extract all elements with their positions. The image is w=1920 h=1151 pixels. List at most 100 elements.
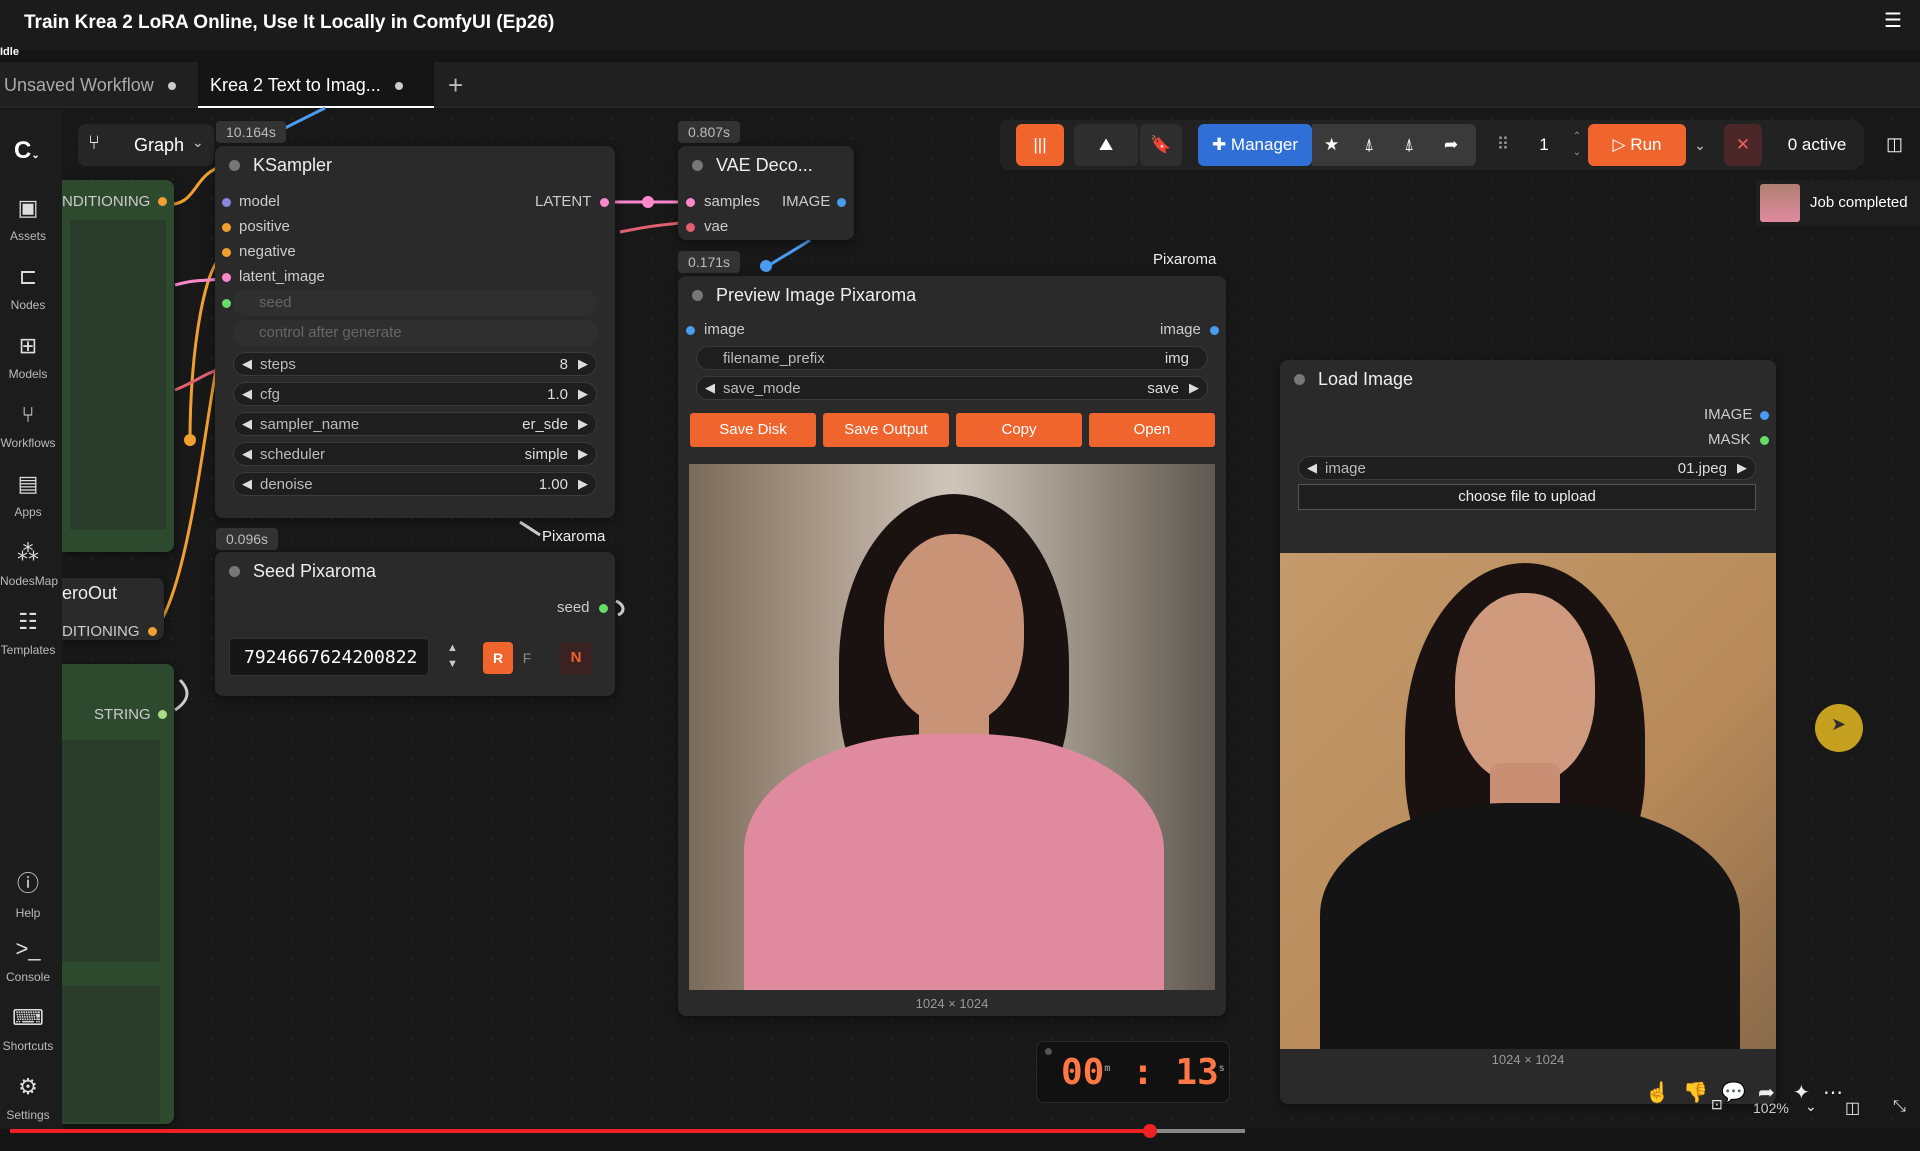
- arrow-left-icon[interactable]: ◀: [242, 356, 252, 372]
- output-port-image[interactable]: [837, 198, 846, 207]
- sidebar-item-apps[interactable]: ▤ Apps: [0, 471, 56, 519]
- minimap-icon[interactable]: ◫: [1845, 1098, 1860, 1118]
- graph-mode-selector[interactable]: ⑂ Graph ⌄: [78, 124, 214, 166]
- collapse-dot-icon[interactable]: [229, 566, 240, 577]
- sidebar-item-console[interactable]: >_ Console: [0, 936, 56, 984]
- right-panel-toggle-icon[interactable]: ◫: [1886, 134, 1903, 155]
- chevron-down-icon[interactable]: ⌄: [1805, 1098, 1817, 1115]
- thumbs-down-icon[interactable]: 👎: [1683, 1080, 1708, 1105]
- save-disk-button[interactable]: Save Disk: [690, 413, 816, 447]
- sidebar-item-templates[interactable]: ☷ Templates: [0, 609, 56, 657]
- run-button[interactable]: ▷ Run: [1588, 124, 1686, 166]
- image-select-widget[interactable]: ◀ image 01.jpeg ▶: [1298, 456, 1756, 480]
- output-port[interactable]: [148, 627, 157, 636]
- job-status-toast[interactable]: Job completed: [1756, 180, 1920, 226]
- arrow-right-icon[interactable]: ▶: [578, 386, 588, 402]
- arrow-left-icon[interactable]: ◀: [1307, 460, 1317, 476]
- string-node-partial[interactable]: STRING: [62, 664, 174, 1124]
- arrow-left-icon[interactable]: ◀: [242, 446, 252, 462]
- arrow-left-icon[interactable]: ◀: [242, 386, 252, 402]
- sidebar-item-settings[interactable]: ⚙ Settings: [0, 1074, 56, 1122]
- sampler-widget[interactable]: ◀ sampler_name er_sde ▶: [233, 412, 597, 436]
- collapse-dot-icon[interactable]: [692, 290, 703, 301]
- new-seed-button[interactable]: N: [559, 642, 593, 674]
- node-header[interactable]: VAE Deco...: [678, 146, 854, 184]
- conditioning-node-partial[interactable]: NDITIONING: [62, 180, 174, 552]
- input-port-model[interactable]: [222, 198, 231, 207]
- denoise-widget[interactable]: ◀ denoise 1.00 ▶: [233, 472, 597, 496]
- output-port-mask[interactable]: [1760, 436, 1769, 445]
- star-icon[interactable]: ★: [1324, 124, 1339, 166]
- seed-stepper[interactable]: ▲ ▼: [447, 640, 458, 672]
- node-header[interactable]: Preview Image Pixaroma: [678, 276, 1226, 314]
- node-header[interactable]: Load Image: [1280, 360, 1776, 398]
- fixed-button[interactable]: F: [515, 642, 539, 674]
- arrow-left-icon[interactable]: ◀: [242, 476, 252, 492]
- sidebar-item-shortcuts[interactable]: ⌨ Shortcuts: [0, 1005, 56, 1053]
- cancel-button[interactable]: ✕: [1724, 124, 1762, 166]
- output-port-seed[interactable]: [599, 604, 608, 613]
- models-icon[interactable]: ⍋: [1404, 124, 1414, 166]
- input-port-vae[interactable]: [686, 223, 695, 232]
- upload-button[interactable]: choose file to upload: [1298, 484, 1756, 510]
- active-jobs-button[interactable]: 0 active: [1770, 124, 1864, 166]
- input-port-positive[interactable]: [222, 223, 231, 232]
- copy-button[interactable]: Copy: [956, 413, 1082, 447]
- save-output-button[interactable]: Save Output: [823, 413, 949, 447]
- input-port-seed[interactable]: [222, 299, 231, 308]
- link-midpoint[interactable]: [760, 260, 772, 272]
- scheduler-widget[interactable]: ◀ scheduler simple ▶: [233, 442, 597, 466]
- fit-view-icon[interactable]: ⊡: [1711, 1096, 1723, 1113]
- input-port-image[interactable]: [686, 326, 695, 335]
- arrow-left-icon[interactable]: ◀: [705, 380, 715, 396]
- arrow-right-icon[interactable]: ▶: [578, 356, 588, 372]
- open-button[interactable]: Open: [1089, 413, 1215, 447]
- random-button[interactable]: R: [483, 642, 513, 674]
- pixaroma-panel-button[interactable]: |||: [1016, 124, 1064, 166]
- video-progress-bar[interactable]: [10, 1129, 1245, 1133]
- input-port-samples[interactable]: [686, 198, 695, 207]
- queue-stepper[interactable]: ⌃ ⌄: [1570, 124, 1584, 166]
- comment-icon[interactable]: 💬: [1721, 1080, 1746, 1105]
- sidebar-item-help[interactable]: ⓘ Help: [0, 866, 56, 920]
- input-port-negative[interactable]: [222, 248, 231, 257]
- video-progress-knob[interactable]: [1143, 1124, 1157, 1138]
- sidebar-item-nodesmap[interactable]: ⁂ NodesMap: [0, 540, 58, 588]
- cfg-widget[interactable]: ◀ cfg 1.0 ▶: [233, 382, 597, 406]
- output-port[interactable]: [158, 197, 167, 206]
- more-icon[interactable]: ⋯: [1823, 1080, 1843, 1105]
- sidebar-item-nodes[interactable]: ⊏ Nodes: [0, 264, 56, 312]
- ksampler-node[interactable]: KSampler model positive negative latent_…: [215, 146, 615, 518]
- manager-button[interactable]: ✚ Manager: [1198, 124, 1312, 166]
- zoom-level[interactable]: 102%: [1753, 1100, 1789, 1116]
- seed-pixaroma-node[interactable]: Seed Pixaroma seed 7924667624200822 ▲ ▼ R…: [215, 552, 615, 696]
- sidebar-item-models[interactable]: ⊞ Models: [0, 333, 56, 381]
- collapse-dot-icon[interactable]: [1294, 374, 1305, 385]
- arrow-right-icon[interactable]: ▶: [578, 446, 588, 462]
- sidebar-item-assets[interactable]: ▣ Assets: [0, 195, 56, 243]
- output-port-image[interactable]: [1210, 326, 1219, 335]
- link-midpoint[interactable]: [642, 196, 654, 208]
- output-port-latent[interactable]: [600, 198, 609, 207]
- share-icon[interactable]: ➦: [1444, 124, 1458, 166]
- node-header[interactable]: Seed Pixaroma: [215, 552, 615, 590]
- workflow-tool-button[interactable]: ⛰: [1074, 124, 1138, 166]
- run-options-chevron-icon[interactable]: ⌄: [1686, 124, 1714, 166]
- comfy-logo-icon[interactable]: C⌄: [14, 137, 40, 165]
- link-midpoint[interactable]: [184, 434, 196, 446]
- arrow-right-icon[interactable]: ▶: [578, 476, 588, 492]
- sidebar-item-workflows[interactable]: ⑂ Workflows: [0, 402, 56, 450]
- vae-decode-node[interactable]: VAE Deco... samples vae IMAGE: [678, 146, 854, 240]
- bookmark-button[interactable]: 🔖: [1140, 124, 1182, 166]
- collapse-dot-icon[interactable]: [692, 160, 703, 171]
- preview-image-node[interactable]: Preview Image Pixaroma image image filen…: [678, 276, 1226, 1016]
- nodes-icon[interactable]: ⍋: [1364, 124, 1374, 166]
- arrow-right-icon[interactable]: ▶: [1189, 380, 1199, 396]
- output-port-image[interactable]: [1760, 411, 1769, 420]
- queue-count-input[interactable]: 1: [1520, 124, 1568, 166]
- output-port[interactable]: [158, 710, 167, 719]
- load-image-node[interactable]: Load Image IMAGE MASK ◀ image 01.jpeg ▶ cho…: [1280, 360, 1776, 1104]
- arrow-right-icon[interactable]: ▶: [1737, 460, 1747, 476]
- steps-widget[interactable]: ◀ steps 8 ▶: [233, 352, 597, 376]
- input-port-latent[interactable]: [222, 273, 231, 282]
